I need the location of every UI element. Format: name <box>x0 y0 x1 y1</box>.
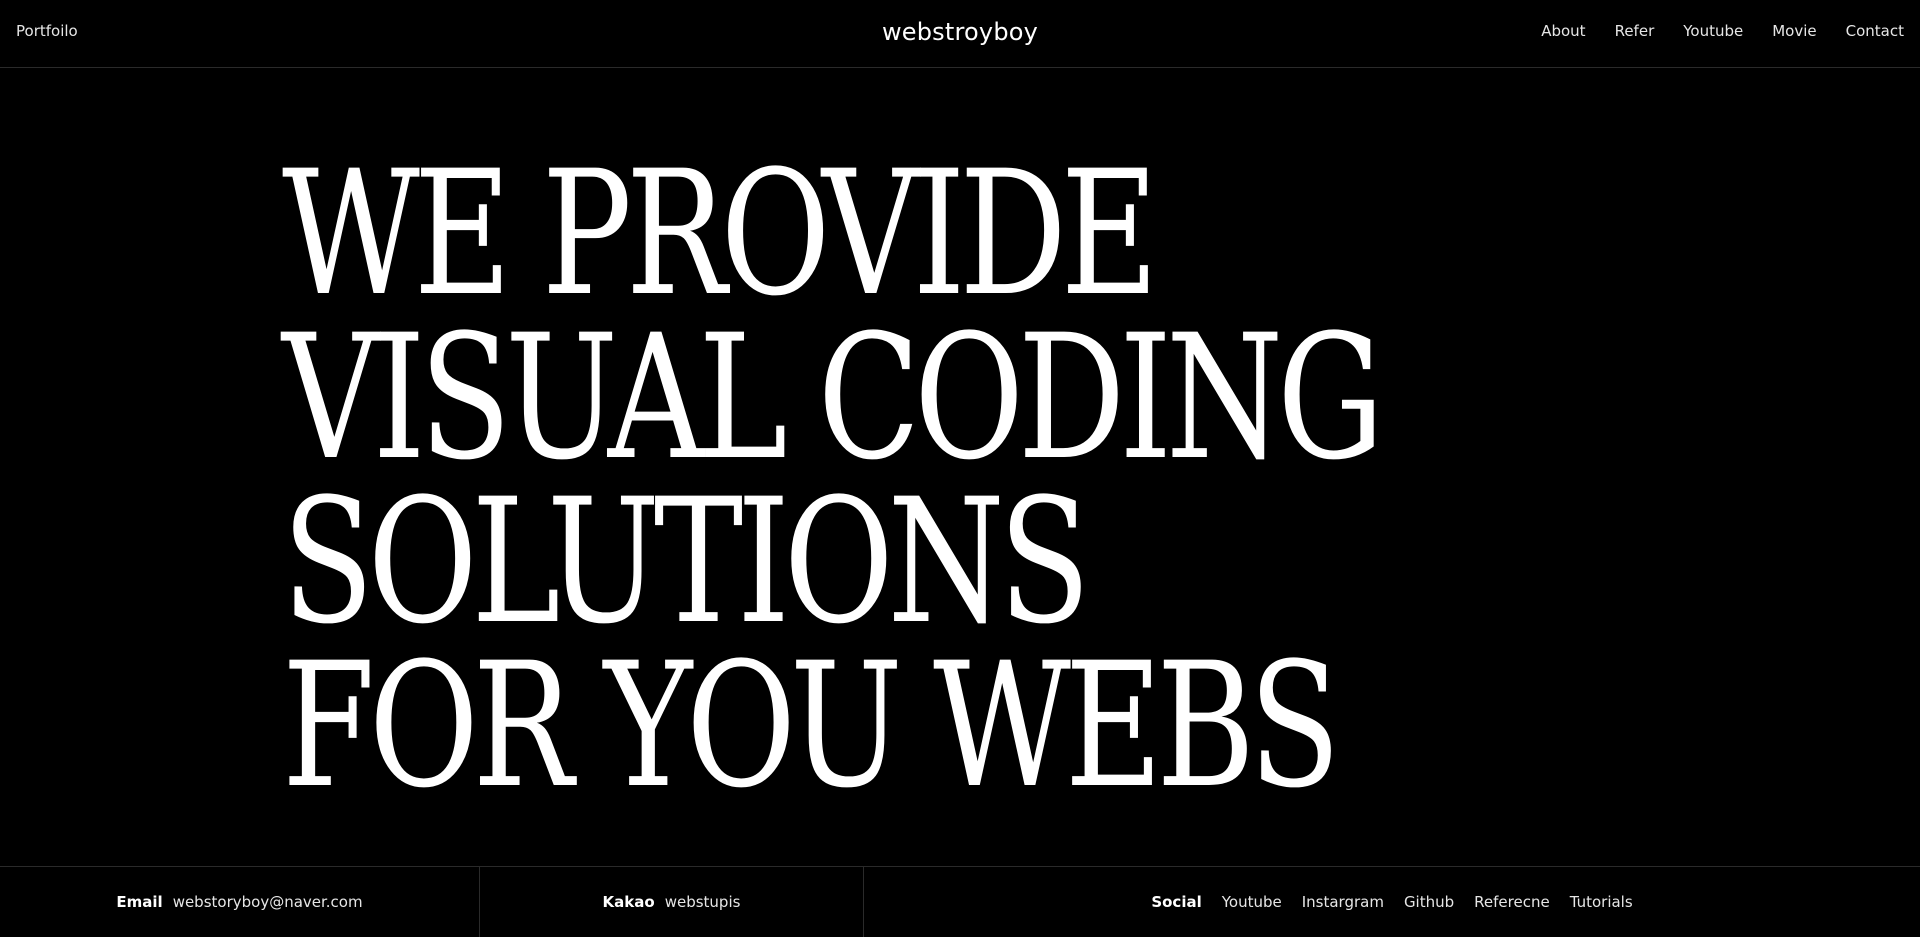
main-nav: About Refer Youtube Movie Contact <box>1512 22 1904 40</box>
social-label: Social <box>1151 893 1202 911</box>
hero-line-2: VISUAL CODING <box>282 297 1384 498</box>
email-link[interactable]: webstoryboy@naver.com <box>173 893 363 911</box>
social-reference-link[interactable]: Referecne <box>1474 893 1550 911</box>
nav-about-link[interactable]: About <box>1541 22 1585 40</box>
kakao-label: Kakao <box>602 893 655 911</box>
nav-movie-link[interactable]: Movie <box>1772 22 1816 40</box>
hero-line-4: FOR YOU WEBS <box>282 625 1341 826</box>
hero-line-1: WE PROVIDE <box>282 133 1159 334</box>
site-footer: Email webstoryboy@naver.com Kakao webstu… <box>0 866 1920 937</box>
social-github-link[interactable]: Github <box>1404 893 1454 911</box>
social-youtube-link[interactable]: Youtube <box>1222 893 1282 911</box>
footer-email-cell: Email webstoryboy@naver.com <box>0 867 480 937</box>
footer-social-cell: Social Youtube Instargram Github Referec… <box>864 867 1920 937</box>
hero-section: WE PROVIDE VISUAL CODING SOLUTIONS FOR Y… <box>282 133 1782 826</box>
kakao-link[interactable]: webstupis <box>665 893 741 911</box>
nav-youtube-link[interactable]: Youtube <box>1683 22 1743 40</box>
hero-line-3: SOLUTIONS <box>282 461 1091 662</box>
site-header: Portfoilo webstroyboy About Refer Youtub… <box>0 0 1920 68</box>
social-instagram-link[interactable]: Instargram <box>1302 893 1384 911</box>
social-tutorials-link[interactable]: Tutorials <box>1570 893 1633 911</box>
footer-kakao-cell: Kakao webstupis <box>480 867 864 937</box>
nav-refer-link[interactable]: Refer <box>1615 22 1655 40</box>
nav-contact-link[interactable]: Contact <box>1846 22 1904 40</box>
email-label: Email <box>116 893 163 911</box>
